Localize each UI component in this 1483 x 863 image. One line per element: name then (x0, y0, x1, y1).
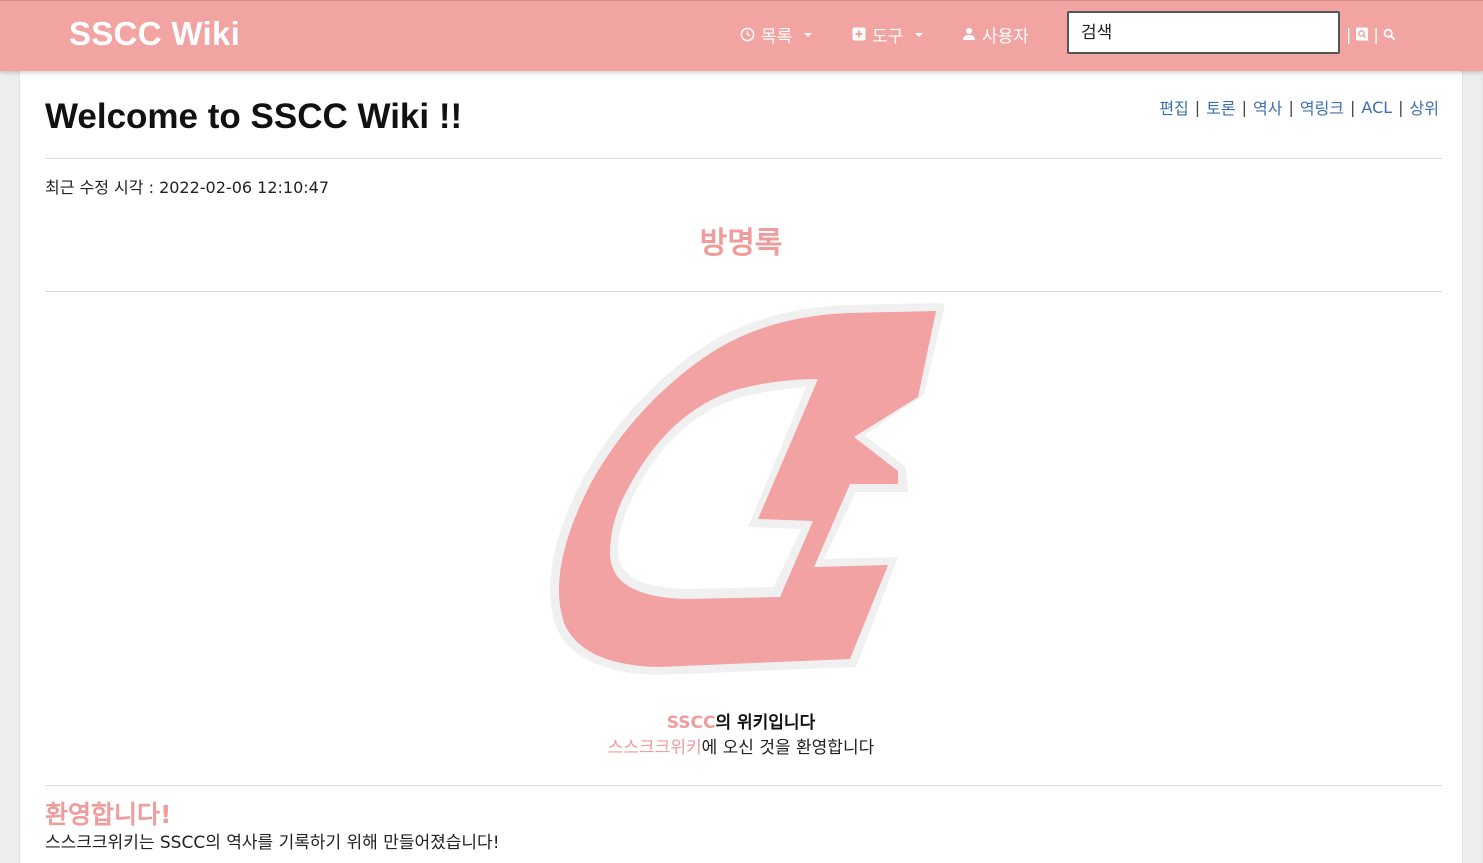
action-separator: | (1194, 97, 1201, 117)
action-acl-link[interactable]: ACL (1361, 98, 1392, 117)
nav-list-menu[interactable]: 목록 (740, 23, 813, 47)
search-button[interactable] (1383, 28, 1396, 41)
action-separator: | (1288, 97, 1294, 117)
site-brand[interactable]: SSCC Wiki (69, 15, 240, 53)
nav-user-menu[interactable]: 사용자 (962, 23, 1029, 47)
user-icon (963, 28, 975, 40)
go-icon (1356, 27, 1369, 41)
wiki-name-link[interactable]: 스스크크위키 (608, 738, 702, 758)
nav-list-label: 목록 (761, 26, 793, 47)
top-navbar: SSCC Wiki 목록 도구 사용자 | (0, 0, 1483, 71)
content-panel: Welcome to SSCC Wiki !! 편집 | 토론 | 역사 | 역… (19, 71, 1463, 863)
search-buttons: | | (1346, 23, 1396, 45)
section-divider (45, 785, 1442, 786)
clock-icon (740, 27, 755, 41)
action-discuss-link[interactable]: 토론 (1206, 95, 1235, 119)
caption-text: 의 위키입니다 (715, 713, 816, 733)
go-button[interactable] (1355, 27, 1369, 41)
page-title: Welcome to SSCC Wiki !! (45, 97, 463, 136)
welcome-text: 스스크크위키는 SSCC의 역사를 기록하기 위해 만들어졌습니다! (45, 833, 500, 853)
welcome-caption: 스스크크위키에 오신 것을 환영합니다 (20, 733, 1462, 758)
welcome-caption-text: 에 오신 것을 환영합니다 (701, 738, 875, 758)
logo-caption: SSCC의 위키입니다 (20, 708, 1462, 733)
section-divider (45, 291, 1442, 292)
last-modified-label: 최근 수정 시각 : (45, 178, 154, 197)
action-separator: | (1350, 97, 1356, 117)
action-separator: | (1398, 97, 1404, 117)
search-separator: | (1373, 24, 1379, 44)
search-input[interactable] (1067, 11, 1340, 54)
nav-user-label: 사용자 (982, 26, 1029, 47)
nav-tools-menu[interactable]: 도구 (852, 23, 924, 47)
title-divider (45, 158, 1442, 159)
action-history-link[interactable]: 역사 (1253, 95, 1282, 119)
action-edit-link[interactable]: 편집 (1159, 95, 1188, 119)
nav-tools-label: 도구 (872, 26, 904, 47)
search-separator: | (1346, 24, 1352, 44)
caption-brand: SSCC (666, 713, 716, 733)
guestbook-heading[interactable]: 방명록 (20, 218, 1462, 262)
chevron-down-icon (804, 33, 813, 37)
last-modified-value: 2022-02-06 12:10:47 (159, 178, 329, 197)
welcome-heading: 환영합니다! (45, 800, 172, 829)
search-icon (1383, 28, 1395, 40)
plus-box-icon (852, 27, 866, 41)
sscc-logo (550, 303, 945, 675)
action-separator: | (1241, 97, 1247, 117)
page-actions: 편집 | 토론 | 역사 | 역링크 | ACL | 상위 (1159, 95, 1439, 119)
last-modified: 최근 수정 시각 : 2022-02-06 12:10:47 (45, 174, 329, 198)
action-backlinks-link[interactable]: 역링크 (1300, 95, 1344, 119)
action-parent-link[interactable]: 상위 (1410, 95, 1439, 119)
chevron-down-icon (915, 33, 924, 37)
